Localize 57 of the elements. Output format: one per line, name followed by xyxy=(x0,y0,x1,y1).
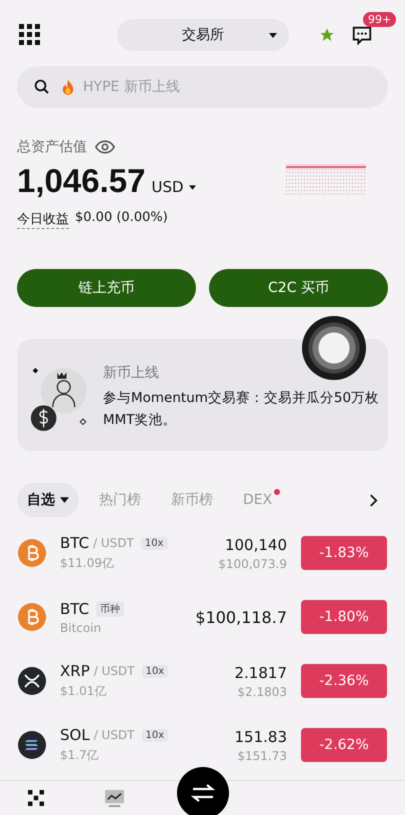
usd-price-text: $151.73 xyxy=(237,748,287,762)
eye-icon[interactable] xyxy=(95,140,115,154)
bitcoin-icon xyxy=(18,603,46,631)
change-badge[interactable]: -1.80% xyxy=(301,600,387,634)
solana-icon xyxy=(18,731,46,759)
quote-currency: / USDT xyxy=(94,664,135,678)
coin-symbol: XRP xyxy=(60,662,90,680)
price-text: 151.83 xyxy=(234,728,287,746)
tag-label: 10x xyxy=(140,536,168,550)
promo-banner[interactable]: 新币上线 参与Momentum交易赛：交易并瓜分50万枚MMT奖池。 xyxy=(17,339,388,451)
caret-icon xyxy=(188,184,196,190)
currency-selector[interactable]: USD xyxy=(151,178,196,196)
chat-icon[interactable] xyxy=(351,24,373,46)
exchange-selector[interactable]: 交易所 xyxy=(117,19,289,51)
action-button[interactable]: 链上充币 xyxy=(17,269,196,307)
volume-text: $11.09亿 xyxy=(60,555,115,572)
star-icon[interactable] xyxy=(319,27,335,43)
xrp-icon xyxy=(18,667,46,695)
apps-grid-icon[interactable] xyxy=(19,24,41,46)
swap-arrows-icon xyxy=(191,783,215,803)
caret-icon xyxy=(60,497,69,504)
coin-symbol: BTC xyxy=(60,600,90,618)
coin-name: Bitcoin xyxy=(60,620,102,634)
change-badge[interactable]: -2.62% xyxy=(301,728,387,762)
quote-currency: / USDT xyxy=(94,728,135,742)
notification-badge: 99+ xyxy=(363,12,396,27)
volume-text: $1.7亿 xyxy=(60,747,100,764)
chart-icon[interactable] xyxy=(104,788,125,808)
volume-text: $1.01亿 xyxy=(60,683,108,700)
banner-title: 新币上线 xyxy=(103,364,160,382)
change-badge[interactable]: -2.36% xyxy=(301,664,387,698)
action-button[interactable]: C2C 买币 xyxy=(209,269,388,307)
search-field[interactable]: HYPE 新币上线 xyxy=(17,66,388,108)
chevron-right-icon[interactable] xyxy=(369,494,378,506)
asset-value: 1,046.57 xyxy=(17,162,146,200)
tag-label: 10x xyxy=(142,664,168,678)
tab[interactable]: 自选 xyxy=(17,483,79,517)
usd-price-text: $2.1803 xyxy=(237,684,287,698)
assets-label: 总资产估值 xyxy=(17,138,87,156)
tag-label: 币种 xyxy=(96,600,124,616)
caret-icon xyxy=(269,32,277,38)
price-text: $100,118.7 xyxy=(195,608,287,626)
price-text: 2.1817 xyxy=(234,664,287,682)
usd-price-text: $100,073.9 xyxy=(218,556,287,570)
price-text: 100,140 xyxy=(224,536,287,554)
today-pnl-value: $0.00 (0.00%) xyxy=(75,210,168,227)
unread-dot xyxy=(274,489,280,495)
quote-currency: / USDT xyxy=(93,536,134,550)
tag-label: 10x xyxy=(142,728,168,742)
banner-text: 参与Momentum交易赛：交易并瓜分50万枚MMT奖池。 xyxy=(103,389,380,430)
coin-symbol: SOL xyxy=(60,726,90,744)
coin-symbol: BTC xyxy=(60,534,90,552)
swap-button[interactable] xyxy=(177,767,229,815)
change-badge[interactable]: -1.83% xyxy=(301,536,387,570)
bitcoin-icon xyxy=(18,539,46,567)
today-pnl-label[interactable]: 今日收益 xyxy=(17,210,69,229)
checker-icon[interactable] xyxy=(28,790,44,806)
